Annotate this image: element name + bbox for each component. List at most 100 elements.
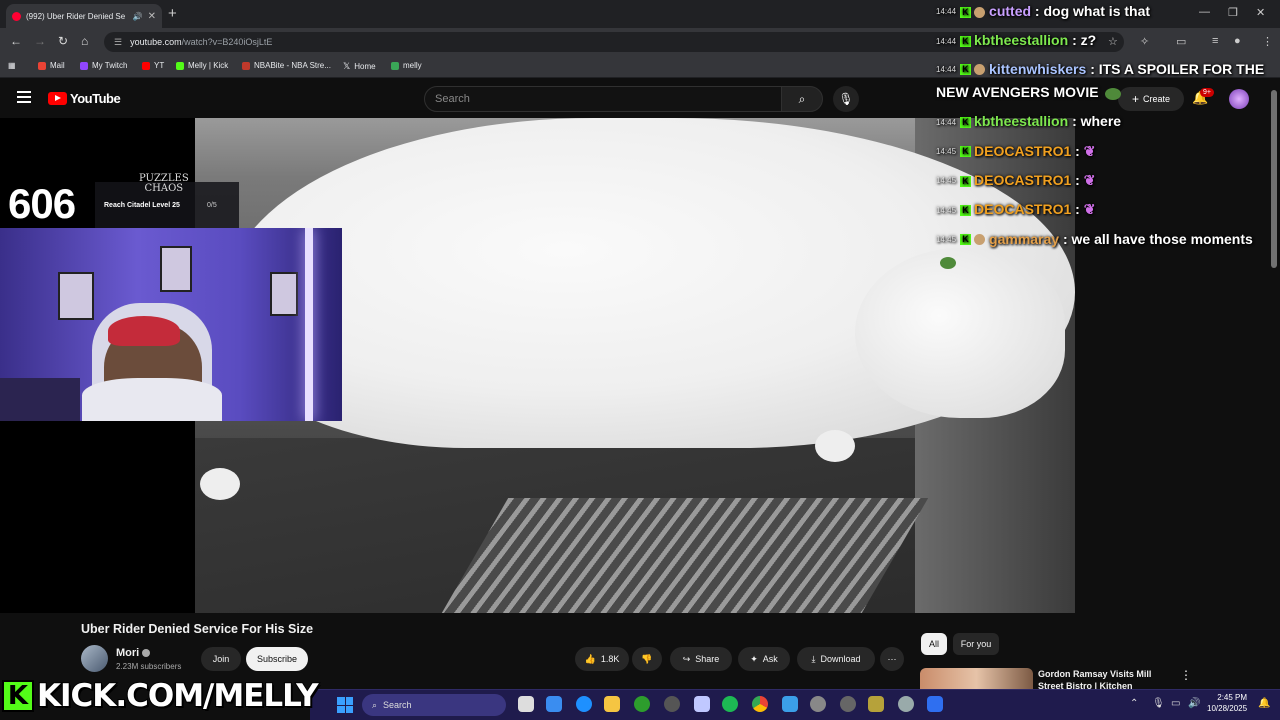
- microphone-icon[interactable]: 🎙: [1152, 698, 1165, 709]
- kick-badge-icon: K: [960, 175, 972, 187]
- share-icon: ↪: [682, 653, 691, 664]
- app-icon[interactable]: [868, 696, 884, 712]
- forward-icon[interactable]: →: [34, 34, 46, 48]
- kick-badge-icon: K: [960, 234, 972, 246]
- obs-icon[interactable]: [840, 696, 856, 712]
- chip-for-you[interactable]: For you: [953, 633, 999, 655]
- bookmark-kick[interactable]: Melly | Kick: [176, 61, 228, 70]
- back-icon[interactable]: ←: [10, 34, 22, 48]
- chat-message: 14:44 Kkbtheestallion : where: [936, 113, 1122, 130]
- kick-badge-icon: K: [960, 146, 972, 158]
- youtube-logo[interactable]: YouTube: [48, 91, 121, 106]
- spotify-icon[interactable]: [722, 696, 738, 712]
- streamer-webcam: [0, 228, 342, 421]
- voice-search-icon[interactable]: 🎙: [833, 86, 859, 112]
- chat-username: gammaray: [989, 230, 1060, 247]
- apps-icon[interactable]: ▦: [8, 61, 16, 70]
- settings-icon[interactable]: [898, 696, 914, 712]
- streamer-hat: [108, 316, 180, 346]
- chat-message: 14:45 K DEOCASTRO1 : ❦: [936, 142, 1096, 159]
- app-icon[interactable]: [927, 696, 943, 712]
- kick-badge-icon: K: [960, 6, 972, 18]
- puzzle-progress: 0/5: [207, 202, 217, 209]
- user-avatar-icon: [974, 234, 986, 246]
- bookmark-twitch[interactable]: My Twitch: [80, 61, 127, 70]
- speaker-icon[interactable]: 🔊: [133, 12, 143, 21]
- kick-icon: [391, 61, 399, 70]
- share-button[interactable]: ↪ Share: [670, 647, 732, 671]
- media-player-icon[interactable]: [810, 696, 826, 712]
- store-icon[interactable]: [694, 696, 710, 712]
- pepe-emote-icon: [940, 256, 956, 269]
- overlay-score: 606: [8, 180, 76, 227]
- download-button[interactable]: ⤓ Download: [797, 647, 875, 671]
- home-icon[interactable]: ⌂: [81, 34, 88, 48]
- file-explorer-icon[interactable]: [604, 696, 620, 712]
- kick-chat-overlay: 14:44 Kcutted : dog what is that 14:44 Kkb…: [936, 0, 1280, 274]
- notification-center-icon[interactable]: 🔔: [1258, 698, 1270, 709]
- recommendation-thumbnail[interactable]: [920, 668, 1033, 690]
- hamburger-menu-icon[interactable]: [17, 91, 31, 103]
- recommendation-more-icon[interactable]: ⋮: [1180, 668, 1192, 682]
- wall-poster: [160, 246, 192, 292]
- bookmark-melly[interactable]: melly: [391, 61, 422, 70]
- chat-username: kbtheestallion: [974, 32, 1069, 49]
- new-tab-button[interactable]: +: [168, 5, 177, 22]
- bookmark-x-home[interactable]: 𝕏 Home: [343, 61, 376, 72]
- search-button[interactable]: ⌕: [781, 86, 823, 112]
- wall-poster: [270, 272, 298, 316]
- join-button[interactable]: Join: [201, 647, 241, 671]
- windows-start-icon[interactable]: [337, 697, 353, 713]
- chrome-icon[interactable]: [752, 696, 768, 712]
- tab-title: (992) Uber Rider Denied Se: [26, 11, 126, 21]
- ask-button[interactable]: ✦ Ask: [738, 647, 790, 671]
- channel-avatar[interactable]: [81, 645, 108, 672]
- chat-message: 14:44 Kkbtheestallion : z?: [936, 32, 1097, 49]
- chip-all[interactable]: All: [921, 633, 947, 655]
- browser-tab-active[interactable]: (992) Uber Rider Denied Se 🔊 ✕: [6, 4, 162, 28]
- led-light-strip: [305, 228, 313, 421]
- app-icon[interactable]: [782, 696, 798, 712]
- download-icon: ⤓: [811, 653, 816, 664]
- copilot-icon[interactable]: [546, 696, 562, 712]
- chat-message: 14:45 K DEOCASTRO1 : ❦: [936, 201, 1096, 218]
- search-input[interactable]: Search: [424, 86, 782, 112]
- user-avatar-icon: [974, 64, 986, 76]
- site-info-icon[interactable]: ☰: [114, 37, 122, 48]
- thumbs-up-icon: 👍: [584, 653, 596, 664]
- taskbar-search[interactable]: ⌕ Search: [362, 694, 506, 716]
- like-button[interactable]: 👍 1.8K: [575, 647, 629, 671]
- kick-icon: [176, 61, 184, 70]
- close-tab-icon[interactable]: ✕: [148, 11, 156, 22]
- network-icon[interactable]: ▭: [1171, 698, 1180, 709]
- kick-banner: K KICK.COM/MELLY: [2, 677, 320, 715]
- subscribe-button[interactable]: Subscribe: [246, 647, 308, 671]
- chat-username: kbtheestallion: [974, 113, 1069, 130]
- edge-icon[interactable]: [576, 696, 592, 712]
- tray-chevron-icon[interactable]: ⌃: [1130, 698, 1138, 709]
- more-actions-button[interactable]: ⋯: [880, 647, 904, 671]
- xbox-icon[interactable]: [634, 696, 650, 712]
- kick-url-text: KICK.COM/MELLY: [36, 677, 320, 715]
- chat-username: cutted: [989, 3, 1032, 19]
- x-logo-icon: 𝕏: [343, 61, 351, 71]
- kick-badge-icon: K: [960, 205, 972, 217]
- bookmark-mail[interactable]: Mail: [38, 61, 65, 70]
- bookmark-nbabite[interactable]: NBABite - NBA Stre...: [242, 61, 331, 70]
- task-view-icon[interactable]: [518, 696, 534, 712]
- taskbar-clock[interactable]: 2:45 PM 10/28/2025: [1207, 692, 1247, 714]
- youtube-favicon-icon: [12, 11, 21, 21]
- kick-badge-icon: K: [960, 64, 972, 76]
- channel-name[interactable]: Mori: [116, 647, 151, 659]
- reload-icon[interactable]: ↻: [58, 34, 68, 48]
- wall-poster: [58, 272, 94, 320]
- cat-paw: [815, 430, 855, 462]
- video-title: Uber Rider Denied Service For His Size: [81, 622, 314, 636]
- dislike-button[interactable]: 👎: [632, 647, 662, 671]
- cat-paw: [200, 468, 240, 500]
- puzzle-goal-card: PUZZLES CHAOS Reach Citadel Level 25 0/5: [95, 174, 239, 228]
- volume-icon[interactable]: 🔊: [1188, 698, 1200, 709]
- steam-icon[interactable]: [664, 696, 680, 712]
- nbabite-icon: [242, 61, 250, 70]
- bookmark-yt[interactable]: YT: [142, 61, 164, 70]
